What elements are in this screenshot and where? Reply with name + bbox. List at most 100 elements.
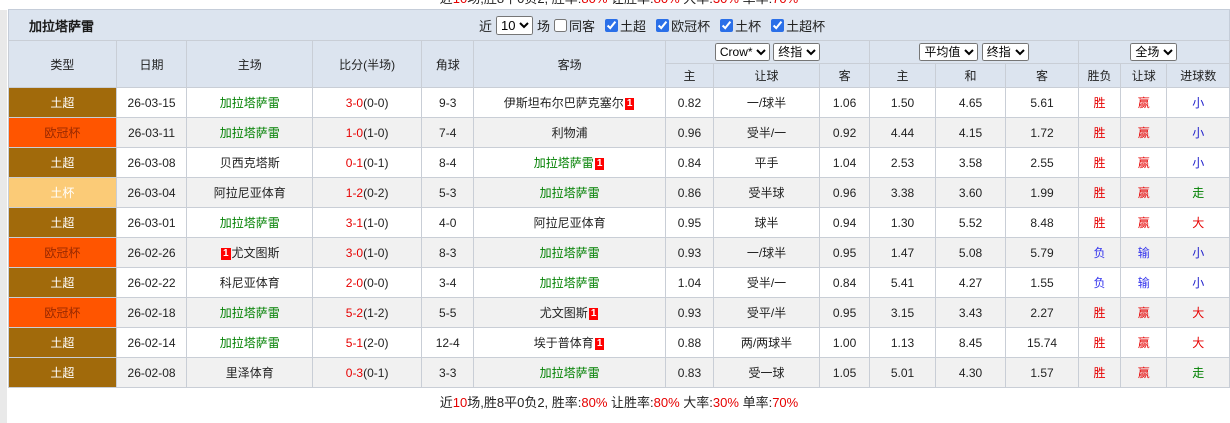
fulltime-score: 5-2 [345,305,364,320]
filter-checkbox-3[interactable] [720,18,734,32]
win-loss-cell: 胜 [1077,147,1122,178]
filter-checkbox-2[interactable] [656,18,670,32]
away-team-link[interactable]: 加拉塔萨雷 [540,246,600,260]
filter-label-2: 欧冠杯 [671,18,711,34]
odds-home-cell: 0.93 [664,297,715,328]
fulltime-score: 0-1 [345,155,364,170]
handicap-cell: 受半/一 [713,117,820,148]
away-team-link[interactable]: 阿拉尼亚体育 [534,216,606,230]
score-cell: 3-1(1-0) [312,207,423,238]
halftime-score: (0-0) [363,95,389,110]
home-team-link[interactable]: 里泽体育 [226,366,274,380]
filter-checkbox-1[interactable] [605,18,619,32]
avg-draw-cell: 4.27 [934,267,1007,298]
away-team-link[interactable]: 加拉塔萨雷 [540,186,600,200]
date-cell: 26-03-11 [115,117,188,148]
league-cell: 欧冠杯 [8,237,117,268]
goals-result-cell: 小 [1166,87,1230,118]
summary-segment: 80% [581,395,608,410]
avg-away-cell: 8.48 [1005,207,1079,238]
win-loss-cell: 胜 [1077,297,1122,328]
date-cell: 26-03-15 [115,87,188,118]
goals-result-cell: 大 [1166,297,1230,328]
filter-checkbox-0[interactable] [554,18,568,32]
sub-header-avg-away: 客 [1005,63,1079,88]
home-team-link[interactable]: 加拉塔萨雷 [220,306,280,320]
home-team-link[interactable]: 贝西克塔斯 [220,156,280,170]
avg-away-cell: 1.57 [1005,357,1079,388]
summary-segment: 大率: [680,0,713,6]
goals-result-cell: 小 [1166,237,1230,268]
score-cell: 5-1(2-0) [312,327,423,358]
away-team-cell: 加拉塔萨雷 [473,267,666,298]
fulltime-score: 0-3 [345,365,364,380]
home-team-link[interactable]: 加拉塔萨雷 [220,96,280,110]
avg-away-cell: 1.99 [1005,177,1079,208]
home-team-link[interactable]: 加拉塔萨雷 [220,126,280,140]
date-cell: 26-03-08 [115,147,188,178]
avg-home-cell: 3.38 [869,177,936,208]
fulltime-score: 1-2 [345,185,364,200]
league-cell: 土杯 [8,177,117,208]
home-team-link[interactable]: 阿拉尼亚体育 [214,186,286,200]
odds-source-select[interactable]: Crow* [714,43,770,61]
goals-result-cell: 大 [1166,327,1230,358]
corners-cell: 9-3 [421,87,475,118]
avg-home-cell: 5.01 [869,357,936,388]
filter-label-3: 土杯 [735,18,762,34]
home-team-cell: 贝西克塔斯 [186,147,314,178]
avg-home-cell: 1.30 [869,207,936,238]
avg-source-select[interactable]: 平均值 [919,43,979,61]
away-team-link[interactable]: 伊斯坦布尔巴萨克塞尔 [504,96,624,110]
halftime-score: (1-2) [363,305,389,320]
home-team-cell: 里泽体育 [186,357,314,388]
summary-segment: 近 [439,395,453,410]
home-team-link[interactable]: 加拉塔萨雷 [220,336,280,350]
halftime-score: (1-0) [363,215,389,230]
period-select[interactable]: 全场 [1130,43,1178,61]
league-cell: 欧冠杯 [8,297,117,328]
table-row: 欧冠杯 26-02-26 1 尤文图斯 3-0(1-0) 8-3 加拉塔萨雷 0.93 一/球半… [8,237,1230,268]
odds-final-select[interactable]: 终指 [773,43,821,61]
score-cell: 3-0(0-0) [312,87,423,118]
away-team-link[interactable]: 埃于普体育 [534,336,594,350]
league-cell: 土超 [8,327,117,358]
corners-cell: 8-4 [421,147,475,178]
match-history-table: 类型 日期 主场 比分(半场) 角球 客场 Crow* 终指 平均值 终指 全场… [8,40,1230,388]
avg-draw-cell: 4.30 [934,357,1007,388]
avg-home-cell: 3.15 [869,297,936,328]
home-team-link[interactable]: 尤文图斯 [232,246,280,260]
table-row: 土超 26-03-15 加拉塔萨雷 3-0(0-0) 9-3 伊斯坦布尔巴萨克塞尔 1 0.8… [8,87,1230,118]
filter-option-2: 欧冠杯 [652,16,710,35]
team-title: 加拉塔萨雷 [29,18,95,34]
handicap-cell: 受一球 [713,357,820,388]
away-team-cell: 尤文图斯 1 [473,297,666,328]
away-team-link[interactable]: 加拉塔萨雷 [540,366,600,380]
odds-away-cell: 0.92 [818,117,871,148]
recent-count-select[interactable]: 10 [496,15,534,35]
date-cell: 26-02-08 [115,357,188,388]
away-team-link[interactable]: 加拉塔萨雷 [540,276,600,290]
home-team-link[interactable]: 加拉塔萨雷 [220,216,280,230]
odds-away-cell: 1.06 [818,87,871,118]
filter-checkbox-4[interactable] [771,18,785,32]
home-team-cell: 1 尤文图斯 [186,237,314,268]
home-team-link[interactable]: 科尼亚体育 [220,276,280,290]
score-cell: 0-3(0-1) [312,357,423,388]
filter-label-0: 同客 [569,18,596,34]
odds-away-cell: 0.95 [818,237,871,268]
table-row: 欧冠杯 26-03-11 加拉塔萨雷 1-0(1-0) 7-4 利物浦 0.96 受半/一 0.… [8,117,1230,148]
away-team-link[interactable]: 利物浦 [552,126,588,140]
halftime-score: (2-0) [363,335,389,350]
rank-badge: 1 [588,308,599,320]
handicap-cell: 球半 [713,207,820,238]
away-team-link[interactable]: 尤文图斯 [540,306,588,320]
handicap-cell: 受半球 [713,177,820,208]
win-loss-cell: 胜 [1077,117,1122,148]
home-team-cell: 加拉塔萨雷 [186,297,314,328]
summary-segment: 80% [581,0,607,6]
away-team-link[interactable]: 加拉塔萨雷 [534,156,594,170]
avg-final-select[interactable]: 终指 [981,43,1029,61]
handicap-result-cell: 赢 [1120,357,1168,388]
avg-away-cell: 2.27 [1005,297,1079,328]
